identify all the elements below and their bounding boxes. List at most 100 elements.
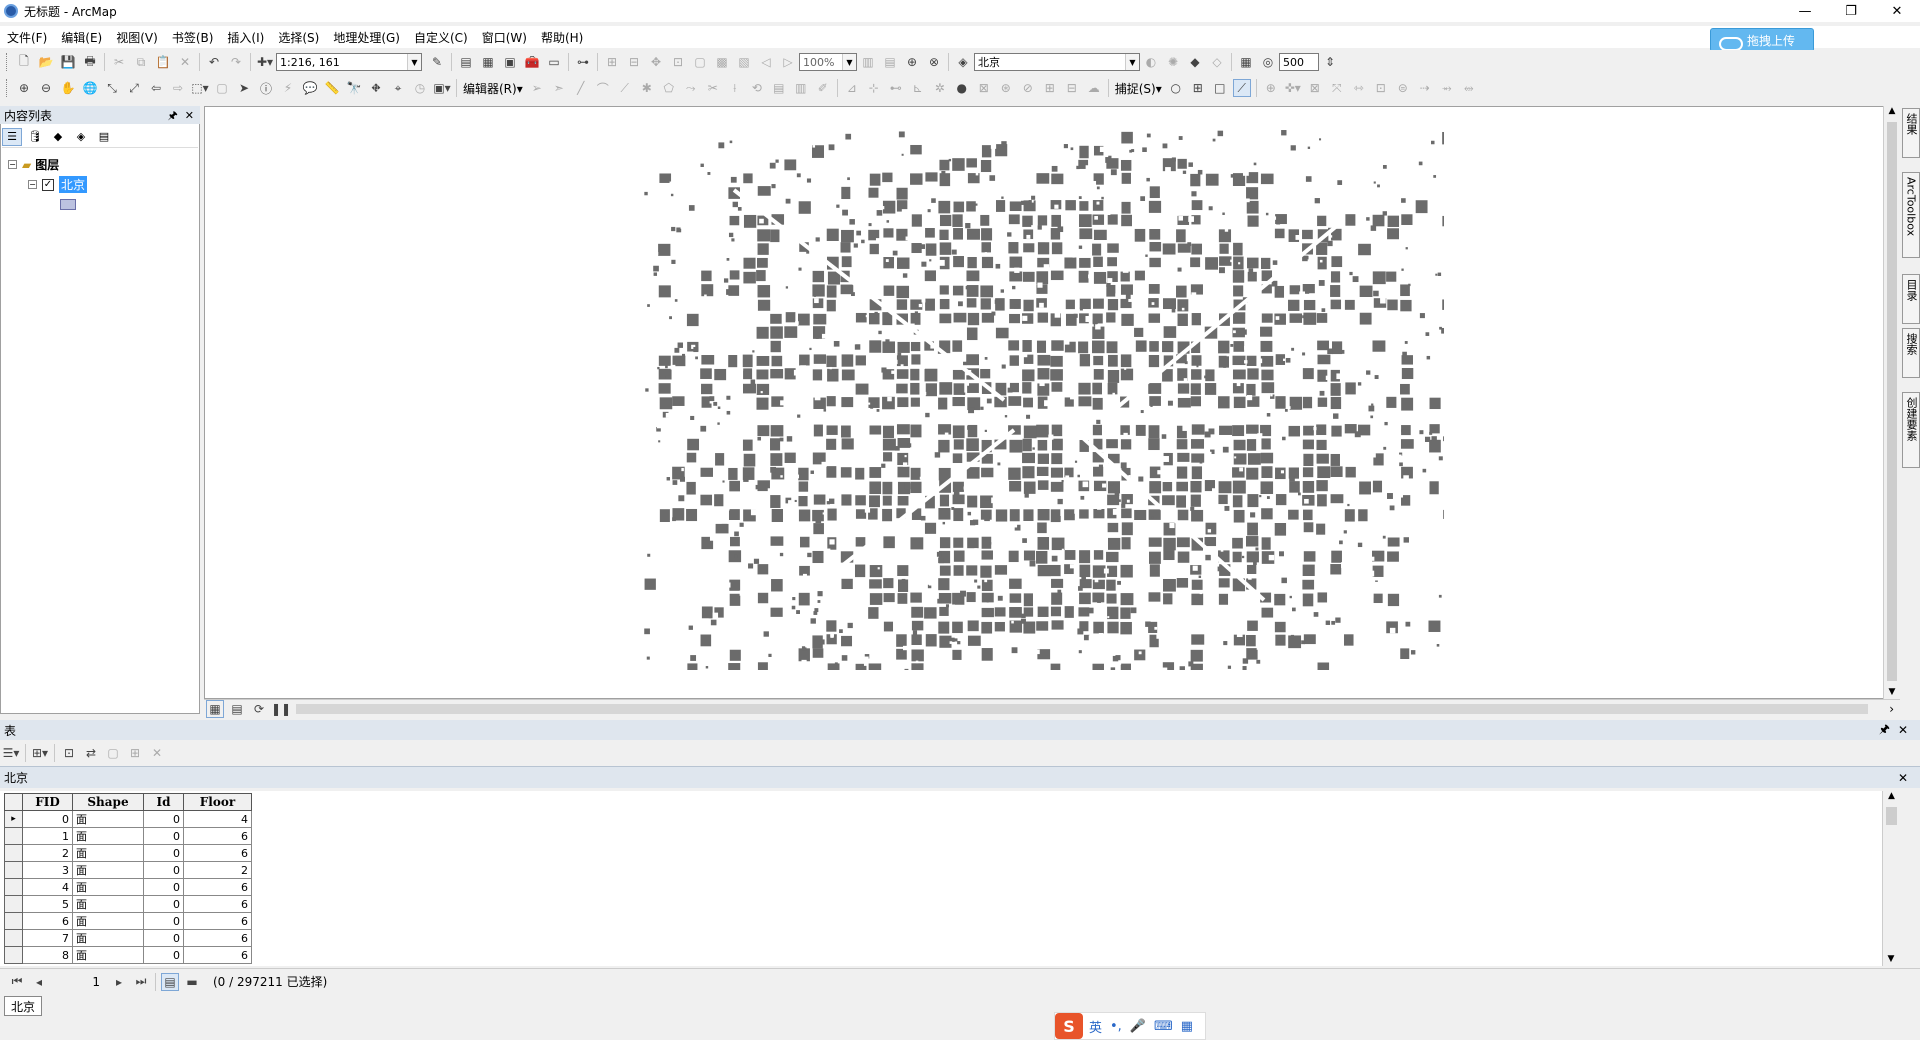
cell-shape[interactable]: 面 — [72, 929, 144, 947]
chevron-down-icon[interactable]: ▼ — [1125, 54, 1139, 70]
cell-id[interactable]: 0 — [143, 810, 184, 828]
layout-pan-icon[interactable]: ✥ — [647, 53, 665, 71]
dock-tab-arctoolbox[interactable]: ArcToolbox — [1902, 172, 1920, 258]
edge-match-icon[interactable]: ⥇ — [1438, 79, 1456, 97]
polygon-symbol-swatch[interactable] — [60, 199, 76, 210]
table-row[interactable]: 3面02 — [4, 861, 252, 879]
switch-selection-icon[interactable]: ⇄ — [82, 744, 100, 762]
go-back-extent-icon[interactable]: ◁ — [757, 53, 775, 71]
new-displacement-link-icon[interactable]: ⇿ — [1350, 79, 1368, 97]
create-features-icon[interactable]: ✐ — [814, 79, 832, 97]
layer-visibility-checkbox[interactable]: ✓ — [42, 178, 54, 191]
change-layout-icon[interactable]: ⊕ — [903, 53, 921, 71]
time-slider-icon[interactable]: ◷ — [411, 79, 429, 97]
cell-fid[interactable]: 2 — [22, 844, 73, 862]
cell-id[interactable]: 0 — [143, 912, 184, 930]
measure-icon[interactable]: 📏 — [323, 79, 341, 97]
table-options-icon[interactable]: ☰▾ — [2, 744, 20, 762]
delete-selected-icon[interactable]: ✕ — [148, 744, 166, 762]
cloud-edit-icon[interactable]: ☁ — [1085, 79, 1103, 97]
first-record-icon[interactable]: ⏮ — [8, 973, 26, 991]
select-by-attributes-icon[interactable]: ⊡ — [60, 744, 78, 762]
cell-floor[interactable]: 4 — [183, 810, 252, 828]
cell-id[interactable]: 0 — [143, 878, 184, 896]
cell-floor[interactable]: 6 — [183, 827, 252, 845]
menu-bookmarks[interactable]: 书签(B) — [165, 29, 221, 46]
clear-selection-icon[interactable]: ▢ — [104, 744, 122, 762]
ime-toolbox-icon[interactable]: ▦ — [1181, 1019, 1193, 1034]
table-tab-beijing[interactable]: 北京 — [4, 996, 43, 1016]
find-route-icon[interactable]: ⛖ — [367, 79, 385, 97]
map-horizontal-scrollbar[interactable] — [296, 704, 1868, 714]
map-vertical-scrollbar[interactable]: ▲ ▼ — [1883, 106, 1900, 699]
chevron-down-icon[interactable]: ▼ — [1883, 954, 1899, 964]
dissolve-icon[interactable]: ✲ — [931, 79, 949, 97]
redo-icon[interactable]: ↷ — [227, 53, 245, 71]
georeferencing-icon[interactable]: ⊕ — [1262, 79, 1280, 97]
split-icon[interactable]: ⟊ — [726, 79, 744, 97]
row-header[interactable] — [4, 827, 23, 845]
save-icon[interactable]: 💾 — [59, 53, 77, 71]
cell-fid[interactable]: 3 — [22, 861, 73, 879]
cell-fid[interactable]: 7 — [22, 929, 73, 947]
layout-zoom-out-icon[interactable]: ⊟ — [625, 53, 643, 71]
pause-drawing-icon[interactable]: ❚❚ — [271, 700, 291, 718]
delete-icon[interactable]: ✕ — [176, 53, 194, 71]
pin-icon[interactable]: 🖈 — [168, 109, 178, 122]
paste-icon[interactable]: 📋 — [154, 53, 172, 71]
list-by-source-icon[interactable]: 🛢 — [25, 128, 45, 146]
cell-shape[interactable]: 面 — [72, 912, 144, 930]
toggle-draft-mode-icon[interactable]: ▥ — [859, 53, 877, 71]
fixed-zoom-out-icon[interactable]: ▧ — [735, 53, 753, 71]
table-row[interactable]: 6面06 — [4, 912, 252, 930]
collapse-toggle[interactable]: − — [28, 180, 37, 189]
full-extent-globe-icon[interactable]: 🌐 — [81, 79, 99, 97]
zoom-100-icon[interactable]: ▢ — [691, 53, 709, 71]
search-window-icon[interactable]: ▣ — [501, 53, 519, 71]
table-of-contents-icon[interactable]: ▤ — [457, 53, 475, 71]
menu-customize[interactable]: 自定义(C) — [407, 29, 475, 46]
sketch-properties-icon[interactable]: ▥ — [792, 79, 810, 97]
hyperlink-icon[interactable]: ⚡ — [279, 79, 297, 97]
sphere-icon[interactable]: ● — [953, 79, 971, 97]
cell-fid[interactable]: 1 — [22, 827, 73, 845]
scroll-right-icon[interactable]: › — [1889, 702, 1894, 716]
row-header[interactable] — [4, 878, 23, 896]
zoom-to-selected-icon[interactable]: ⊞ — [126, 744, 144, 762]
fixed-zoom-out-icon[interactable]: ⤢ — [125, 79, 143, 97]
next-record-icon[interactable]: ▸ — [110, 973, 128, 991]
arctoolbox-icon[interactable]: 🧰 — [523, 53, 541, 71]
row-header[interactable] — [4, 844, 23, 862]
fixed-zoom-in-icon[interactable]: ▩ — [713, 53, 731, 71]
select-features-icon[interactable]: ⬚▾ — [191, 79, 209, 97]
dock-tab-catalog[interactable]: 目录 — [1902, 274, 1920, 324]
close-button[interactable]: ✕ — [1874, 0, 1920, 22]
select-elements-arrow-icon[interactable]: ➤ — [235, 79, 253, 97]
catalog-window-icon[interactable]: ▦ — [479, 53, 497, 71]
transparency-icon[interactable]: ◇ — [1208, 53, 1226, 71]
list-by-drawing-order-icon[interactable]: ☰ — [2, 127, 22, 146]
cell-floor[interactable]: 6 — [183, 878, 252, 896]
table-icon[interactable]: ⊟ — [1063, 79, 1081, 97]
cell-floor[interactable]: 6 — [183, 844, 252, 862]
list-by-visibility-icon[interactable]: ◆ — [48, 128, 68, 146]
cell-id[interactable]: 0 — [143, 844, 184, 862]
chevron-up-icon[interactable]: ▲ — [1883, 791, 1900, 801]
trace-icon[interactable]: ⟋ — [616, 79, 634, 97]
column-header-floor[interactable]: Floor — [183, 793, 252, 811]
adjust-preview-icon[interactable]: ⊜ — [1394, 79, 1412, 97]
snapping-menu-button[interactable]: 捕捉(S)▾ — [1112, 80, 1165, 97]
table-row[interactable]: 1面06 — [4, 827, 252, 845]
menu-file[interactable]: 文件(F) — [0, 29, 54, 46]
cell-id[interactable]: 0 — [143, 827, 184, 845]
model-builder-icon[interactable]: ⊶ — [574, 53, 592, 71]
cut-polygons-icon[interactable]: ✂ — [704, 79, 722, 97]
end-snap-icon[interactable]: ⊞ — [1189, 79, 1207, 97]
shared-edges-icon[interactable]: ⊷ — [887, 79, 905, 97]
toolbar-grip[interactable] — [6, 79, 10, 97]
refresh-icon[interactable]: ⟳ — [250, 700, 268, 718]
open-folder-icon[interactable]: 📂 — [37, 53, 55, 71]
cell-floor[interactable]: 6 — [183, 929, 252, 947]
cell-floor[interactable]: 2 — [183, 861, 252, 879]
layout-zoom-combo[interactable]: 100% ▼ — [799, 53, 857, 71]
